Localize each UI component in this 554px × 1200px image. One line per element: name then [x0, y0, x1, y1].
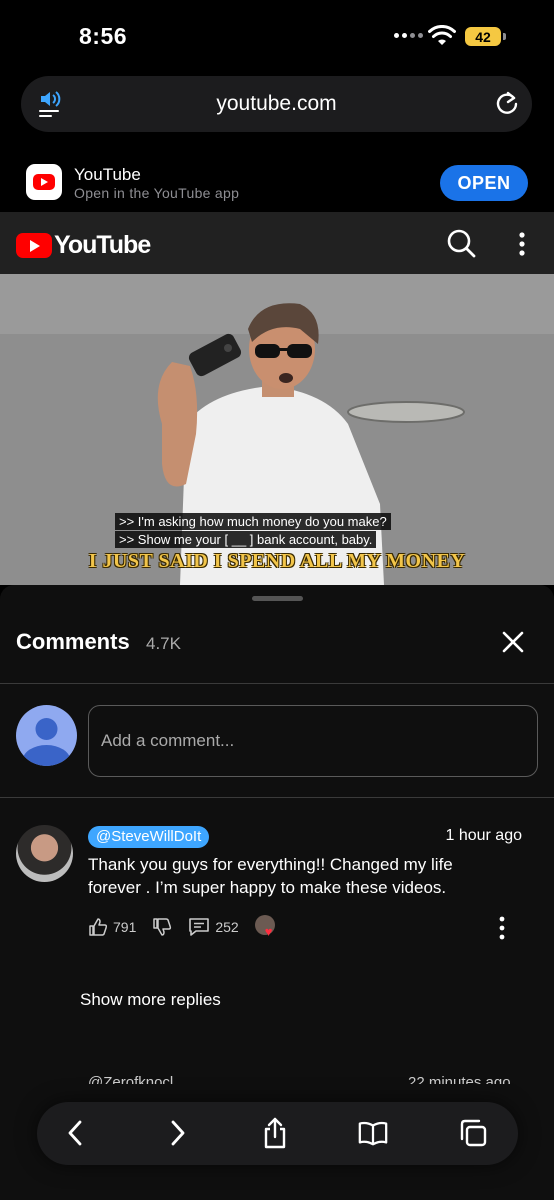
divider: [0, 797, 554, 798]
book-icon: [358, 1121, 388, 1146]
more-vertical-icon[interactable]: [512, 230, 532, 258]
comment-author-badge[interactable]: @SteveWillDoIt: [88, 826, 210, 848]
share-button[interactable]: [259, 1117, 291, 1149]
forward-button[interactable]: [162, 1117, 194, 1149]
drag-handle[interactable]: [252, 596, 303, 601]
status-bar: 8:56 42: [0, 0, 554, 70]
comment-author[interactable]: @Zerofknocl: [88, 1074, 173, 1084]
reply-count: 252: [215, 919, 239, 935]
reply-button[interactable]: 252: [188, 917, 239, 937]
back-button[interactable]: [59, 1117, 91, 1149]
status-time: 8:56: [79, 23, 128, 49]
app-subtitle: Open in the YouTube app: [74, 185, 240, 201]
creator-heart-badge: ♥: [254, 915, 279, 939]
show-more-replies-button[interactable]: Show more replies: [80, 990, 221, 1010]
tabs-icon: [460, 1119, 487, 1147]
add-comment-input[interactable]: [88, 705, 538, 777]
divider: [0, 683, 554, 684]
bookmarks-button[interactable]: [357, 1117, 389, 1149]
comment-icon: [189, 918, 210, 936]
user-icon: [22, 718, 71, 766]
comment-avatar[interactable]: [16, 825, 73, 882]
next-comment-preview: @Zerofknocl 22 minutes ago: [0, 1070, 554, 1084]
comment-time: 1 hour ago: [445, 827, 522, 844]
youtube-play-icon: [16, 233, 52, 258]
comment-actions: 791 252 ♥: [88, 915, 279, 939]
browser-toolbar: [37, 1102, 518, 1165]
comments-title: Comments: [16, 629, 130, 654]
thumbs-up-icon: [89, 918, 108, 936]
heart-icon: ♥: [264, 924, 273, 939]
app-banner: YouTube Open in the YouTube app OPEN: [0, 150, 554, 212]
more-vertical-icon[interactable]: [495, 915, 509, 941]
like-button[interactable]: 791: [88, 917, 136, 937]
thumbs-down-icon: [153, 918, 172, 936]
url-text[interactable]: youtube.com: [21, 92, 532, 116]
signal-icon: [394, 33, 423, 38]
chevron-left-icon: [68, 1120, 82, 1146]
app-name: YouTube: [74, 165, 141, 184]
tabs-button[interactable]: [457, 1117, 489, 1149]
subtitle-line-1: >> I'm asking how much money do you make…: [115, 513, 391, 530]
video-player[interactable]: >> I'm asking how much money do you make…: [0, 274, 554, 585]
close-icon[interactable]: [500, 629, 526, 655]
reload-icon[interactable]: [494, 90, 520, 116]
wifi-icon: [428, 25, 456, 45]
avatar: [16, 705, 77, 766]
like-count: 791: [113, 919, 137, 935]
address-bar[interactable]: youtube.com: [21, 76, 532, 132]
search-icon[interactable]: [446, 228, 476, 258]
battery-tip: [503, 33, 506, 40]
chevron-right-icon: [171, 1120, 185, 1146]
share-icon: [264, 1117, 286, 1149]
open-app-button[interactable]: OPEN: [440, 165, 528, 201]
dislike-button[interactable]: [152, 917, 172, 937]
youtube-app-icon: [26, 164, 62, 200]
comments-count: 4.7K: [146, 634, 181, 653]
comment-time: 22 minutes ago: [408, 1074, 511, 1084]
youtube-logo-text: YouTube: [54, 231, 151, 259]
battery-indicator: 42: [465, 27, 501, 46]
subtitle-line-2: >> Show me your [ __ ] bank account, bab…: [115, 531, 377, 548]
comment-text: Thank you guys for everything!! Changed …: [88, 855, 453, 897]
youtube-logo[interactable]: YouTube: [16, 231, 151, 260]
video-caption: I JUST SAID I SPEND ALL MY MONEY: [88, 550, 466, 572]
